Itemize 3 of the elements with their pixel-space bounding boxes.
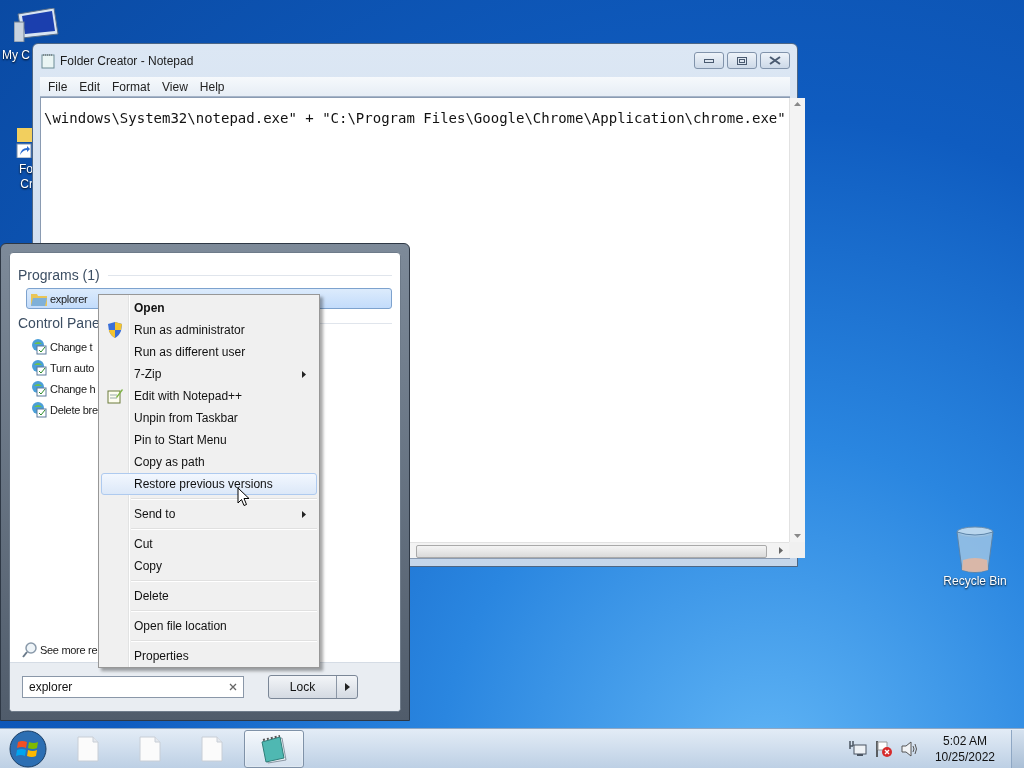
window-title: Folder Creator - Notepad — [60, 53, 194, 68]
section-heading: Programs (1) — [18, 267, 100, 283]
section-heading: Control Pane — [18, 315, 100, 331]
